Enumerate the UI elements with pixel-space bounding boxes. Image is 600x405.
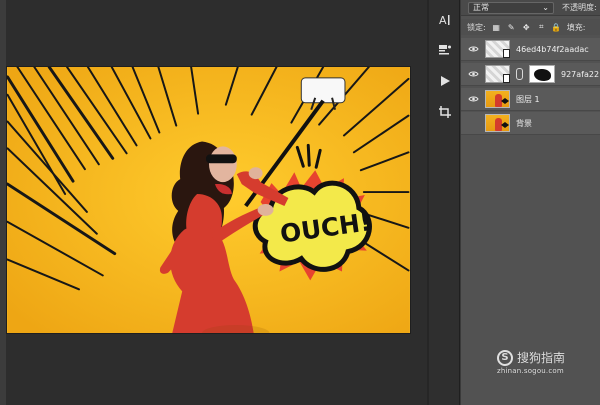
- mask-shape: [534, 69, 551, 81]
- blend-mode-value: 正常: [473, 3, 489, 12]
- lock-label: 锁定:: [467, 22, 486, 32]
- paragraph-icon[interactable]: [433, 39, 456, 62]
- layer-thumbnail: [485, 65, 510, 83]
- artboard-icon[interactable]: ⌗: [537, 22, 546, 32]
- document-canvas[interactable]: OUCH!: [6, 66, 411, 334]
- chevron-down-icon: ⌄: [542, 3, 549, 12]
- layer-thumbnail: [485, 114, 510, 132]
- hidden-eye-slot[interactable]: [468, 119, 479, 127]
- lock-icon[interactable]: 🔒: [551, 23, 561, 32]
- blend-row: 正常 ⌄ 不透明度:: [461, 0, 600, 16]
- play-icon[interactable]: [433, 69, 456, 92]
- move-icon[interactable]: ✥: [522, 23, 531, 32]
- canvas-area[interactable]: OUCH!: [6, 0, 427, 405]
- person-shape: [495, 118, 502, 131]
- layer-thumbnail: [485, 40, 510, 58]
- opacity-label: 不透明度:: [562, 3, 597, 12]
- right-toolbar: A: [429, 0, 460, 405]
- layers-list: 46ed4b74f2aadac 927afa22 图层 1 背景: [461, 38, 600, 135]
- layer-name: 927afa22: [561, 69, 600, 79]
- watermark: S 搜狗指南 zhinan.sogou.com: [497, 345, 587, 381]
- fill-label: 填充:: [566, 22, 586, 32]
- eye-icon[interactable]: [468, 70, 479, 78]
- burst-shape: [501, 98, 509, 104]
- layer-row[interactable]: 46ed4b74f2aadac: [461, 38, 600, 61]
- smart-object-badge: [503, 49, 510, 58]
- person-shape: [495, 94, 502, 107]
- photoshop-window: OUCH! A 正常 ⌄ 不透明度: 锁定: ▦ ✎ ✥ ⌗ 🔒 填充: 46e…: [0, 0, 600, 405]
- smart-object-badge: [503, 74, 510, 83]
- layer-row[interactable]: 背景: [461, 112, 600, 135]
- layer-row[interactable]: 图层 1: [461, 88, 600, 111]
- pop-art-selfie-image: OUCH!: [7, 67, 410, 333]
- watermark-url: zhinan.sogou.com: [497, 367, 564, 376]
- link-icon: [516, 68, 523, 80]
- layer-name: 图层 1: [516, 94, 540, 104]
- character-icon[interactable]: A: [433, 8, 456, 31]
- layer-row[interactable]: 927afa22: [461, 63, 600, 86]
- watermark-brand: 搜狗指南: [517, 351, 566, 366]
- eye-icon[interactable]: [468, 45, 479, 53]
- layer-thumbnail: [485, 90, 510, 108]
- sogou-logo-icon: S: [497, 350, 513, 367]
- watermark-brand-row: S 搜狗指南: [497, 350, 566, 367]
- layer-mask-thumbnail: [529, 65, 555, 83]
- eye-icon[interactable]: [468, 95, 479, 103]
- layer-name: 46ed4b74f2aadac: [516, 44, 589, 54]
- crop-icon[interactable]: [433, 100, 456, 123]
- brush-icon[interactable]: ✎: [507, 23, 516, 32]
- blend-mode-select[interactable]: 正常 ⌄: [468, 1, 554, 14]
- burst-shape: [501, 122, 509, 128]
- lock-row: 锁定: ▦ ✎ ✥ ⌗ 🔒 填充:: [461, 19, 600, 35]
- svg-text:A: A: [439, 14, 447, 27]
- lock-transparent-pixels-icon[interactable]: ▦: [492, 23, 501, 32]
- layer-name: 背景: [516, 118, 532, 128]
